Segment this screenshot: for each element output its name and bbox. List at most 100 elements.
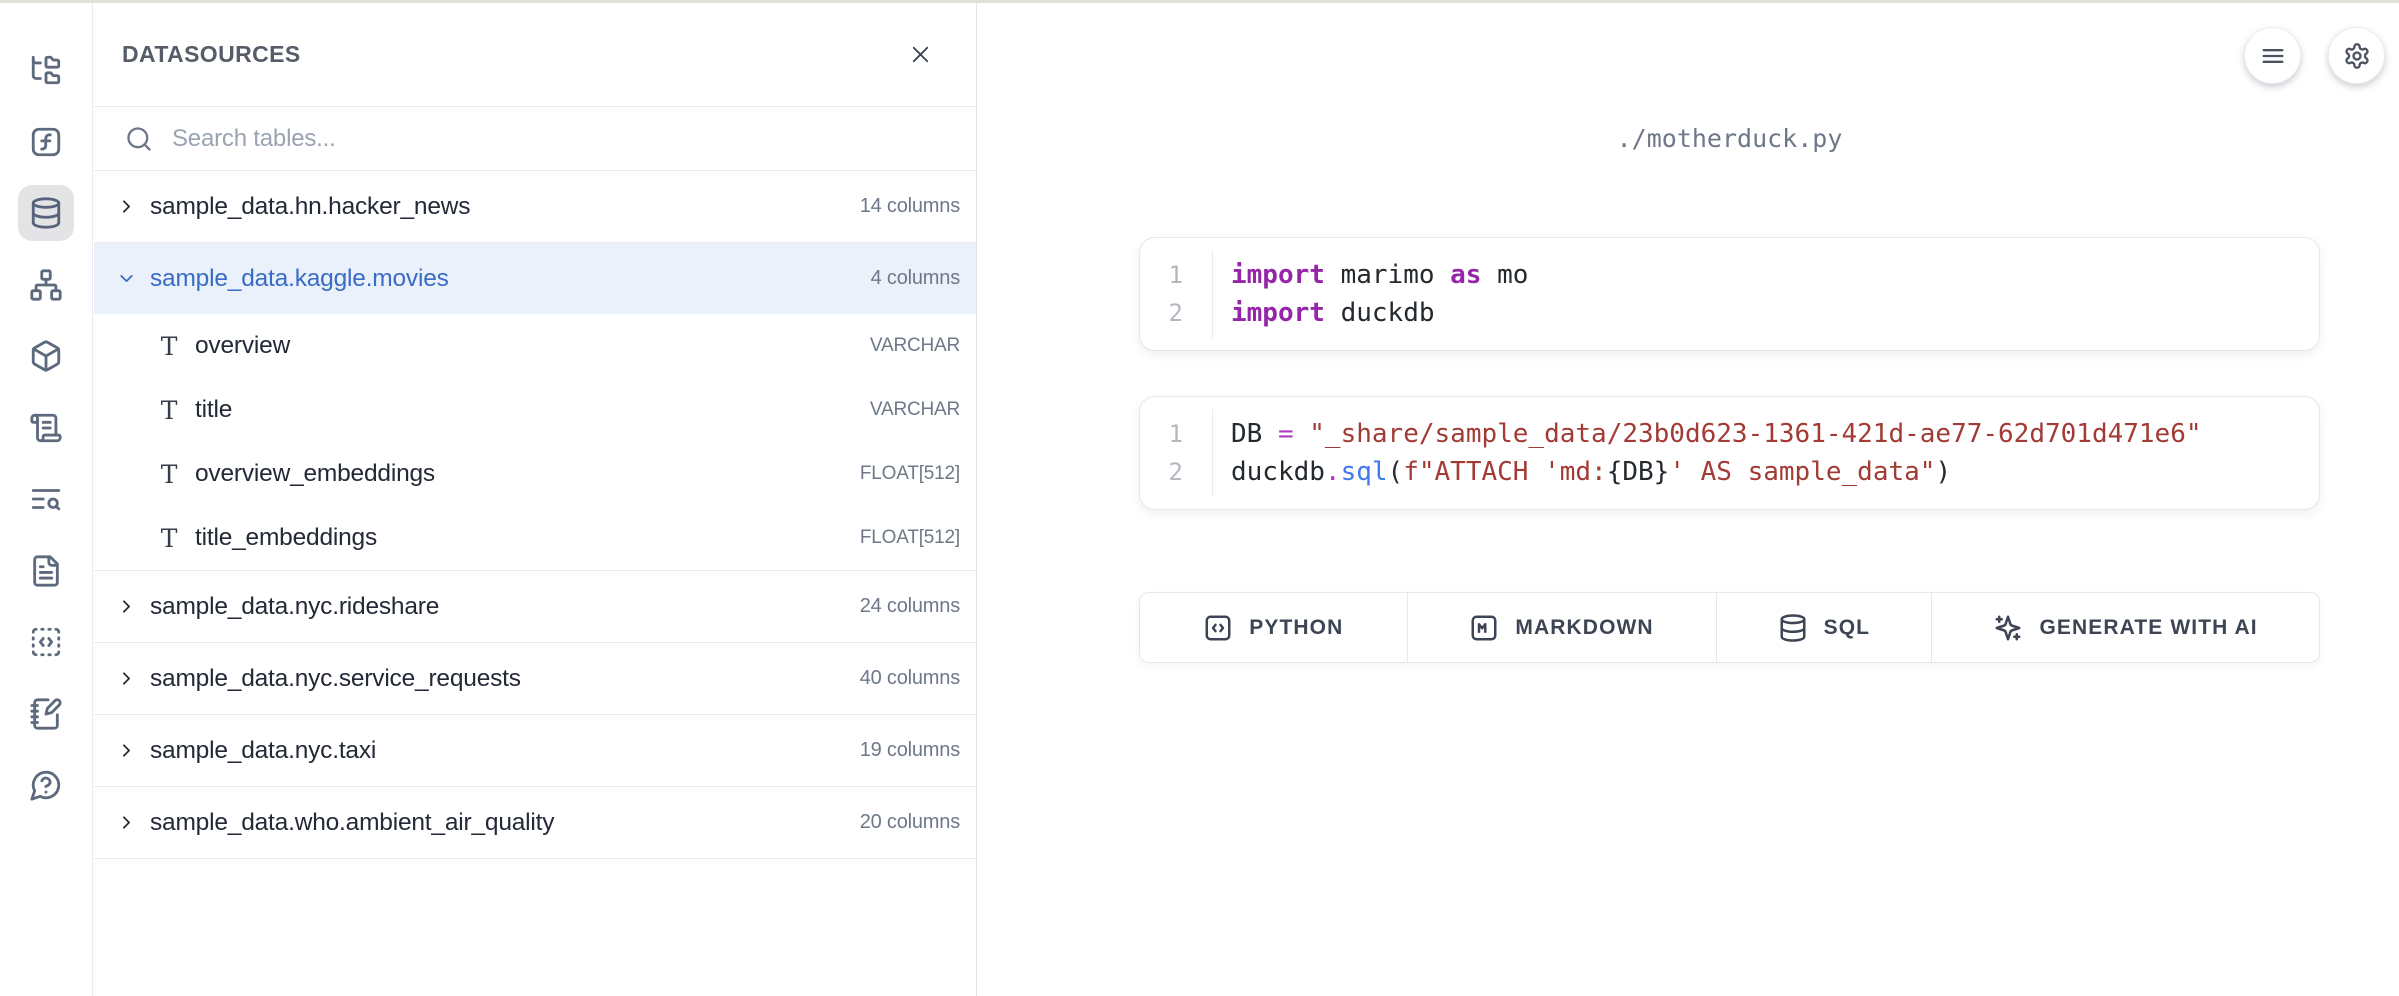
- column-count: 20 columns: [860, 811, 960, 834]
- add-cell-row: PYTHON MARKDOWN SQL GENERATE WITH AI: [1139, 592, 2320, 663]
- code-editor[interactable]: import marimo as moimport duckdb: [1213, 238, 2319, 350]
- add-markdown-button[interactable]: MARKDOWN: [1408, 593, 1717, 662]
- chevron-right-icon: [116, 196, 137, 217]
- column-row[interactable]: Ttitle VARCHAR: [94, 378, 976, 442]
- line-number: 2: [1140, 294, 1212, 332]
- column-count: 40 columns: [860, 667, 960, 690]
- add-button-label: GENERATE WITH AI: [2039, 616, 2257, 640]
- column-count: 19 columns: [860, 739, 960, 762]
- column-type: VARCHAR: [870, 335, 960, 357]
- file-text-icon: [29, 554, 63, 588]
- line-number: 2: [1140, 453, 1212, 491]
- add-sql-button[interactable]: SQL: [1717, 593, 1933, 662]
- box-icon: [29, 339, 63, 373]
- notebook-column: ./motherduck.py 12import marimo as moimp…: [1139, 3, 2320, 996]
- gear-icon: [2343, 42, 2371, 70]
- panel-title: DATASOURCES: [122, 41, 301, 68]
- column-count: 24 columns: [860, 595, 960, 618]
- rail-button-square-dashed-code[interactable]: [18, 614, 74, 670]
- marimo-app: DATASOURCES sample_data.hn.hacker_news14…: [0, 0, 2399, 996]
- notebook-filename: ./motherduck.py: [1139, 124, 2320, 153]
- column-row[interactable]: Toverview_embeddings FLOAT[512]: [94, 442, 976, 506]
- column-row[interactable]: Ttitle_embeddings FLOAT[512]: [94, 506, 976, 570]
- column-type: FLOAT[512]: [860, 463, 960, 485]
- datasources-header: DATASOURCES: [94, 3, 976, 107]
- add-generate-with-ai-button[interactable]: GENERATE WITH AI: [1932, 593, 2319, 662]
- sparkles-icon: [1993, 613, 2023, 643]
- column-name: overview_embeddings: [195, 460, 435, 488]
- rail-button-notebook-pen[interactable]: [18, 686, 74, 742]
- table-group: sample_data.kaggle.movies 4 columns Toverv…: [94, 243, 976, 571]
- code-line: DB = "_share/sample_data/23b0d623-1361-4…: [1231, 415, 2319, 453]
- table-group: sample_data.nyc.taxi 19 columns: [94, 715, 976, 787]
- rail-button-network[interactable]: [18, 257, 74, 313]
- close-panel-button[interactable]: [907, 41, 934, 68]
- notebook-pen-icon: [29, 697, 63, 731]
- code-cell[interactable]: 12import marimo as moimport duckdb: [1139, 237, 2320, 351]
- column-name: overview: [195, 332, 290, 360]
- rail-button-function-square[interactable]: [18, 114, 74, 170]
- table-name: sample_data.nyc.service_requests: [150, 665, 521, 693]
- table-name: sample_data.who.ambient_air_quality: [150, 809, 554, 837]
- table-row[interactable]: sample_data.hn.hacker_news14 columns: [94, 171, 976, 242]
- table-row[interactable]: sample_data.who.ambient_air_quality 20 co…: [94, 787, 976, 858]
- datasources-panel: DATASOURCES sample_data.hn.hacker_news14…: [94, 3, 977, 996]
- table-name: sample_data.nyc.taxi: [150, 737, 376, 765]
- code-line: duckdb.sql(f"ATTACH 'md:{DB}' AS sample_…: [1231, 453, 2319, 491]
- column-count: 4 columns: [871, 267, 960, 290]
- code-square-icon: [1203, 613, 1233, 643]
- rail-button-text-search[interactable]: [18, 471, 74, 527]
- table-row[interactable]: sample_data.nyc.taxi 19 columns: [94, 715, 976, 786]
- rail-button-message-question[interactable]: [18, 757, 74, 813]
- chevron-down-icon: [116, 268, 137, 289]
- rail-button-scroll-text[interactable]: [18, 400, 74, 456]
- table-group: sample_data.nyc.rideshare 24 columns: [94, 571, 976, 643]
- add-button-label: SQL: [1824, 616, 1870, 640]
- text-search-icon: [29, 482, 63, 516]
- table-name: sample_data.kaggle.movies: [150, 265, 449, 293]
- column-row[interactable]: Toverview VARCHAR: [94, 314, 976, 378]
- line-number-gutter: 12: [1140, 409, 1213, 497]
- rail-button-box[interactable]: [18, 328, 74, 384]
- chevron-right-icon: [116, 668, 137, 689]
- settings-button[interactable]: [2328, 27, 2385, 84]
- code-line: import duckdb: [1231, 294, 2319, 332]
- search-input[interactable]: [170, 124, 956, 154]
- table-row[interactable]: sample_data.nyc.rideshare 24 columns: [94, 571, 976, 642]
- line-number: 1: [1140, 415, 1212, 453]
- code-cell[interactable]: 12 DB = "_share/sample_data/23b0d623-1361…: [1139, 396, 2320, 510]
- table-row[interactable]: sample_data.nyc.service_requests 40 colum…: [94, 643, 976, 714]
- table-group: sample_data.who.ambient_air_quality 20 co…: [94, 787, 976, 859]
- table-group: sample_data.nyc.service_requests 40 colum…: [94, 643, 976, 715]
- square-dashed-code-icon: [29, 625, 63, 659]
- tables-list: sample_data.hn.hacker_news14 columnssamp…: [94, 171, 976, 859]
- type-text-icon: T: [158, 460, 180, 489]
- column-name: title_embeddings: [195, 524, 377, 552]
- rail-button-folder-tree[interactable]: [18, 42, 74, 98]
- table-name: sample_data.nyc.rideshare: [150, 593, 439, 621]
- database-icon: [1778, 613, 1808, 643]
- table-name: sample_data.hn.hacker_news: [150, 193, 470, 221]
- markdown-icon: [1469, 613, 1499, 643]
- scroll-text-icon: [29, 411, 63, 445]
- network-icon: [29, 268, 63, 302]
- code-editor[interactable]: DB = "_share/sample_data/23b0d623-1361-4…: [1213, 397, 2319, 509]
- rail-button-file-text[interactable]: [18, 543, 74, 599]
- code-line: import marimo as mo: [1231, 256, 2319, 294]
- type-text-icon: T: [158, 524, 180, 553]
- column-type: FLOAT[512]: [860, 527, 960, 549]
- rail-button-database[interactable]: [18, 185, 74, 241]
- chevron-right-icon: [116, 596, 137, 617]
- column-name: title: [195, 396, 232, 424]
- add-button-label: PYTHON: [1249, 616, 1343, 640]
- x-icon: [907, 41, 934, 68]
- add-python-button[interactable]: PYTHON: [1140, 593, 1408, 662]
- database-icon: [29, 196, 63, 230]
- column-type: VARCHAR: [870, 399, 960, 421]
- table-row[interactable]: sample_data.kaggle.movies 4 columns: [94, 243, 976, 314]
- folder-tree-icon: [29, 53, 63, 87]
- search-icon: [125, 125, 153, 153]
- type-text-icon: T: [158, 396, 180, 425]
- type-text-icon: T: [158, 332, 180, 361]
- table-group: sample_data.hn.hacker_news14 columns: [94, 171, 976, 243]
